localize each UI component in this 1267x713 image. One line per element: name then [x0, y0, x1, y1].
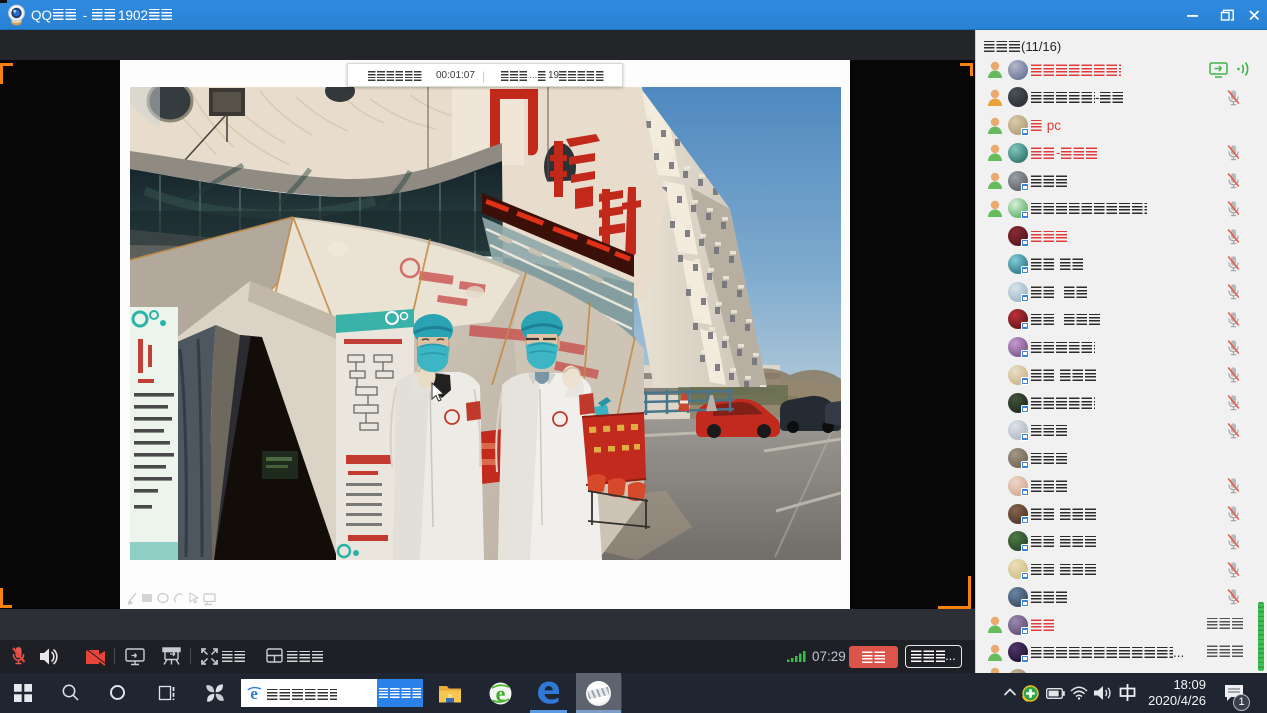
svg-text:e: e: [250, 684, 258, 702]
